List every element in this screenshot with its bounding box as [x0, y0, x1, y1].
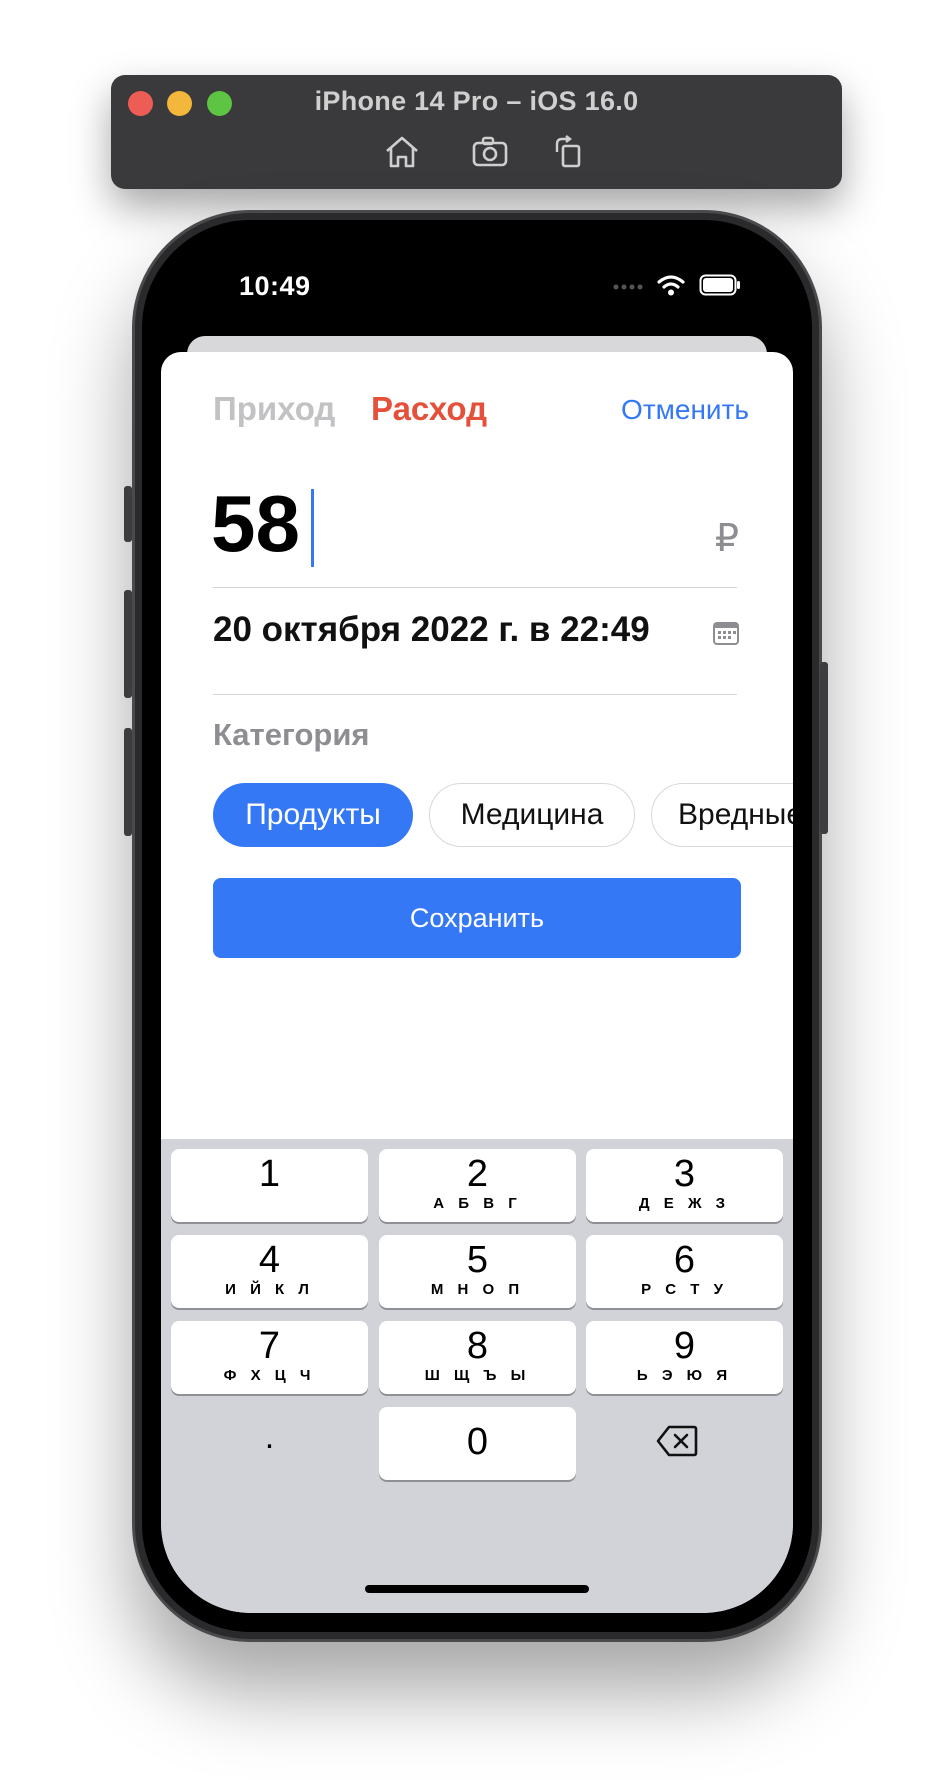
status-icons [613, 274, 741, 301]
amount-input[interactable]: 58 [211, 484, 300, 564]
home-icon[interactable] [382, 134, 422, 170]
volume-up-button [124, 590, 132, 698]
category-chip-harmful[interactable]: Вредные [651, 783, 793, 847]
key-5-letters: М Н О П [430, 1281, 525, 1298]
date-divider [213, 694, 737, 695]
save-button[interactable]: Сохранить [213, 878, 741, 958]
cellular-icon [613, 278, 643, 296]
date-field[interactable]: 20 октября 2022 г. в 22:49 [213, 610, 650, 650]
key-3-number: 3 [673, 1153, 696, 1195]
key-6-number: 6 [673, 1239, 696, 1281]
amount-divider [213, 587, 737, 588]
key-3[interactable]: 3 Д Е Ж З [586, 1149, 783, 1222]
calendar-icon[interactable] [713, 620, 739, 646]
key-9-letters: Ь Э Ю Я [636, 1367, 733, 1384]
key-9-number: 9 [673, 1325, 696, 1367]
power-button [820, 662, 828, 834]
key-4[interactable]: 4 И Й К Л [171, 1235, 368, 1308]
key-3-letters: Д Е Ж З [638, 1195, 731, 1212]
key-1[interactable]: 1 [171, 1149, 368, 1222]
mute-switch [124, 486, 132, 542]
segment-expense[interactable]: Расход [371, 390, 487, 428]
key-decimal[interactable]: . [171, 1407, 368, 1480]
key-1-number: 1 [258, 1153, 281, 1195]
phone-screen: 10:49 Приход Расход Отменить 58 ₽ 20 окт… [161, 239, 793, 1613]
segment-income[interactable]: Приход [213, 390, 335, 428]
screenshot-icon[interactable] [470, 134, 510, 170]
category-chips: Продукты Медицина Вредные [213, 783, 793, 849]
key-7-number: 7 [258, 1325, 281, 1367]
rotate-icon[interactable] [549, 134, 589, 170]
key-2-letters: А Б В Г [433, 1195, 522, 1212]
key-6[interactable]: 6 Р С Т У [586, 1235, 783, 1308]
status-time: 10:49 [239, 271, 311, 301]
numeric-keyboard: 1 2 А Б В Г 3 Д Е Ж З 4 И Й К Л 5 М Н О … [161, 1139, 793, 1613]
key-4-number: 4 [258, 1239, 281, 1281]
delete-icon[interactable] [656, 1425, 712, 1465]
cancel-button[interactable]: Отменить [621, 394, 749, 426]
volume-down-button [124, 728, 132, 836]
key-7[interactable]: 7 Ф Х Ц Ч [171, 1321, 368, 1394]
key-5-number: 5 [466, 1239, 489, 1281]
key-7-letters: Ф Х Ц Ч [223, 1367, 316, 1384]
key-2[interactable]: 2 А Б В Г [379, 1149, 576, 1222]
key-8[interactable]: 8 Ш Щ Ъ Ы [379, 1321, 576, 1394]
wifi-icon [657, 274, 685, 301]
home-indicator [365, 1585, 589, 1593]
category-title: Категория [213, 717, 370, 752]
key-9[interactable]: 9 Ь Э Ю Я [586, 1321, 783, 1394]
key-8-number: 8 [466, 1325, 489, 1367]
key-6-letters: Р С Т У [641, 1281, 728, 1298]
category-chip-medicine[interactable]: Медицина [429, 783, 635, 847]
key-0-number: 0 [466, 1421, 489, 1463]
category-chip-products[interactable]: Продукты [213, 783, 413, 847]
text-caret [311, 489, 314, 567]
key-4-letters: И Й К Л [225, 1281, 314, 1298]
key-8-letters: Ш Щ Ъ Ы [424, 1367, 531, 1384]
currency-symbol: ₽ [714, 518, 739, 560]
simulator-title: iPhone 14 Pro – iOS 16.0 [314, 86, 639, 116]
key-5[interactable]: 5 М Н О П [379, 1235, 576, 1308]
battery-icon [699, 274, 741, 301]
key-2-number: 2 [466, 1153, 489, 1195]
key-0[interactable]: 0 [379, 1407, 576, 1480]
